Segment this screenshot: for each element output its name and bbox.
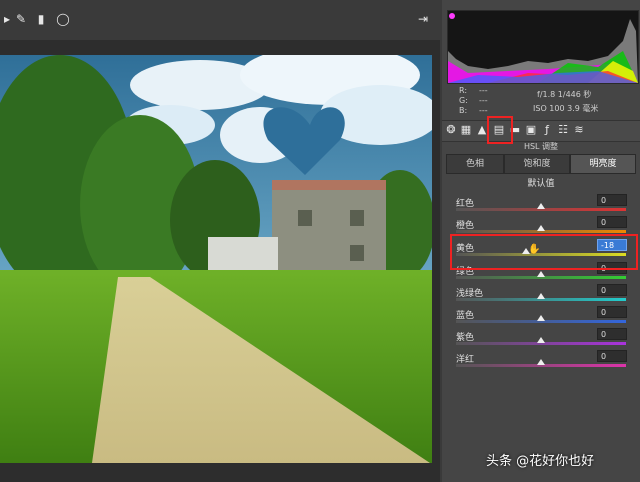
default-link[interactable]: 默认值	[442, 176, 640, 189]
slider-value-input[interactable]: 0	[597, 194, 627, 206]
g-value: ---	[479, 96, 488, 105]
tab-hue[interactable]: 色相	[446, 154, 504, 174]
iso-info: ISO 100 3.9 毫米	[533, 104, 599, 113]
slider-value-input[interactable]: 0	[597, 328, 627, 340]
slider-value-input[interactable]: 0	[597, 216, 627, 228]
effects-icon[interactable]: ƒ	[540, 123, 554, 137]
slider-value-input[interactable]: 0	[597, 350, 627, 362]
r-value: ---	[479, 86, 488, 95]
export-icon[interactable]: ⇥	[416, 12, 430, 26]
tone-curve-icon[interactable]: ▦	[459, 123, 473, 137]
gradient-icon[interactable]: ▮	[34, 12, 48, 26]
photo-preview[interactable]	[0, 55, 432, 463]
exposure-info: f/1.8 1/446 秒	[537, 90, 592, 99]
tab-saturation[interactable]: 饱和度	[504, 154, 570, 174]
slider-value-input[interactable]: 0	[597, 306, 627, 318]
histogram	[447, 10, 639, 84]
yellow-highlight-box	[450, 234, 638, 270]
presets-icon[interactable]: ≋	[572, 123, 586, 137]
crop-icon[interactable]: ▸	[0, 12, 14, 26]
slider-thumb[interactable]	[537, 225, 545, 231]
g-label: G:	[459, 96, 468, 105]
panel-tabs-bar: ❂ ▦ ▲ ▤ ▬ ▣ ƒ ☷ ≋	[442, 120, 640, 142]
lens-icon[interactable]: ▣	[524, 123, 538, 137]
slider-thumb[interactable]	[537, 337, 545, 343]
basic-panel-icon[interactable]: ❂	[444, 123, 458, 137]
slider-thumb[interactable]	[537, 315, 545, 321]
slider-thumb[interactable]	[537, 293, 545, 299]
camera-info: R: --- G: --- B: --- f/1.8 1/446 秒 ISO 1…	[447, 84, 637, 118]
slider-thumb[interactable]	[537, 359, 545, 365]
shadow-clip-icon	[449, 13, 455, 19]
b-value: ---	[479, 106, 488, 115]
tab-luminance[interactable]: 明亮度	[570, 154, 636, 174]
watermark-text: 头条 @花好你也好	[486, 454, 595, 469]
hsl-highlight-box	[487, 116, 513, 144]
panel-title: HSL 调整	[523, 142, 559, 151]
hsl-tabs: 色相 饱和度 明亮度	[442, 154, 640, 174]
slider-magenta: 洋红 0	[442, 350, 640, 376]
slider-value-input[interactable]: 0	[597, 284, 627, 296]
top-toolbar: ▸ ✎ ▮ ◯ ⇥	[0, 0, 440, 40]
slider-thumb[interactable]	[537, 203, 545, 209]
r-label: R:	[459, 86, 468, 95]
slider-thumb[interactable]	[537, 271, 545, 277]
ellipse-icon[interactable]: ◯	[56, 12, 70, 26]
b-label: B:	[459, 106, 468, 115]
brush-icon[interactable]: ✎	[14, 12, 28, 26]
cursor-icon: ✋	[528, 244, 541, 255]
calibration-icon[interactable]: ☷	[556, 123, 570, 137]
